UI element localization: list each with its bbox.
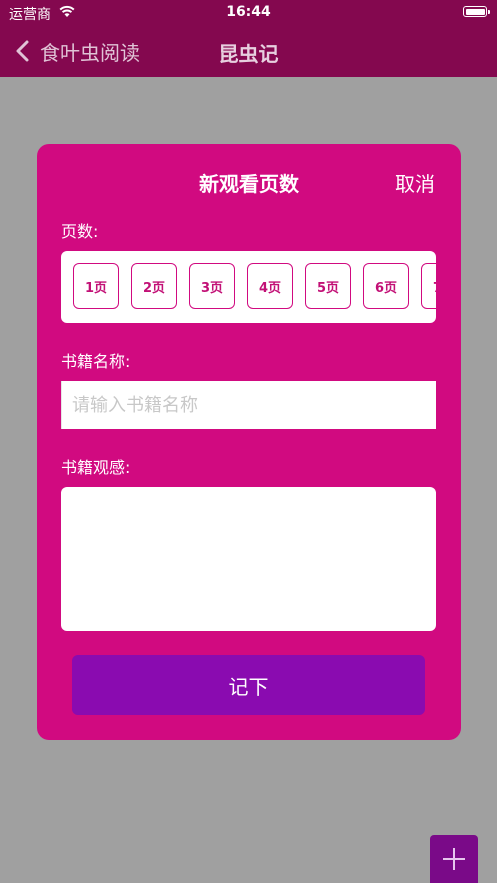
cancel-button[interactable]: 取消 bbox=[395, 168, 435, 197]
new-pages-dialog: 新观看页数 取消 页数: 1页 2页 3页 4页 5页 6页 7页 书籍名称: … bbox=[37, 144, 461, 740]
battery-icon bbox=[463, 6, 490, 17]
submit-button[interactable]: 记下 bbox=[72, 655, 425, 715]
page-option[interactable]: 2页 bbox=[131, 263, 177, 309]
pages-label: 页数: bbox=[61, 222, 99, 241]
clock: 16:44 bbox=[226, 4, 271, 20]
book-name-input[interactable] bbox=[61, 381, 436, 429]
page-picker[interactable]: 1页 2页 3页 4页 5页 6页 7页 bbox=[61, 251, 436, 323]
page-strip: 1页 2页 3页 4页 5页 6页 7页 bbox=[73, 263, 436, 309]
page-option[interactable]: 4页 bbox=[247, 263, 293, 309]
page-option[interactable]: 1页 bbox=[73, 263, 119, 309]
page-option[interactable]: 3页 bbox=[189, 263, 235, 309]
add-button[interactable] bbox=[430, 835, 478, 883]
book-name-label: 书籍名称: bbox=[61, 352, 131, 371]
thoughts-textarea[interactable] bbox=[61, 487, 436, 631]
page-option[interactable]: 7页 bbox=[421, 263, 436, 309]
page-title: 昆虫记 bbox=[218, 42, 279, 66]
page-option[interactable]: 6页 bbox=[363, 263, 409, 309]
plus-icon bbox=[443, 848, 465, 870]
page-option[interactable]: 5页 bbox=[305, 263, 351, 309]
top-bar: 运营商 16:44 食叶虫阅读 昆虫记 bbox=[0, 0, 497, 77]
status-bar: 运营商 16:44 bbox=[0, 0, 497, 26]
thoughts-label: 书籍观感: bbox=[61, 458, 131, 477]
